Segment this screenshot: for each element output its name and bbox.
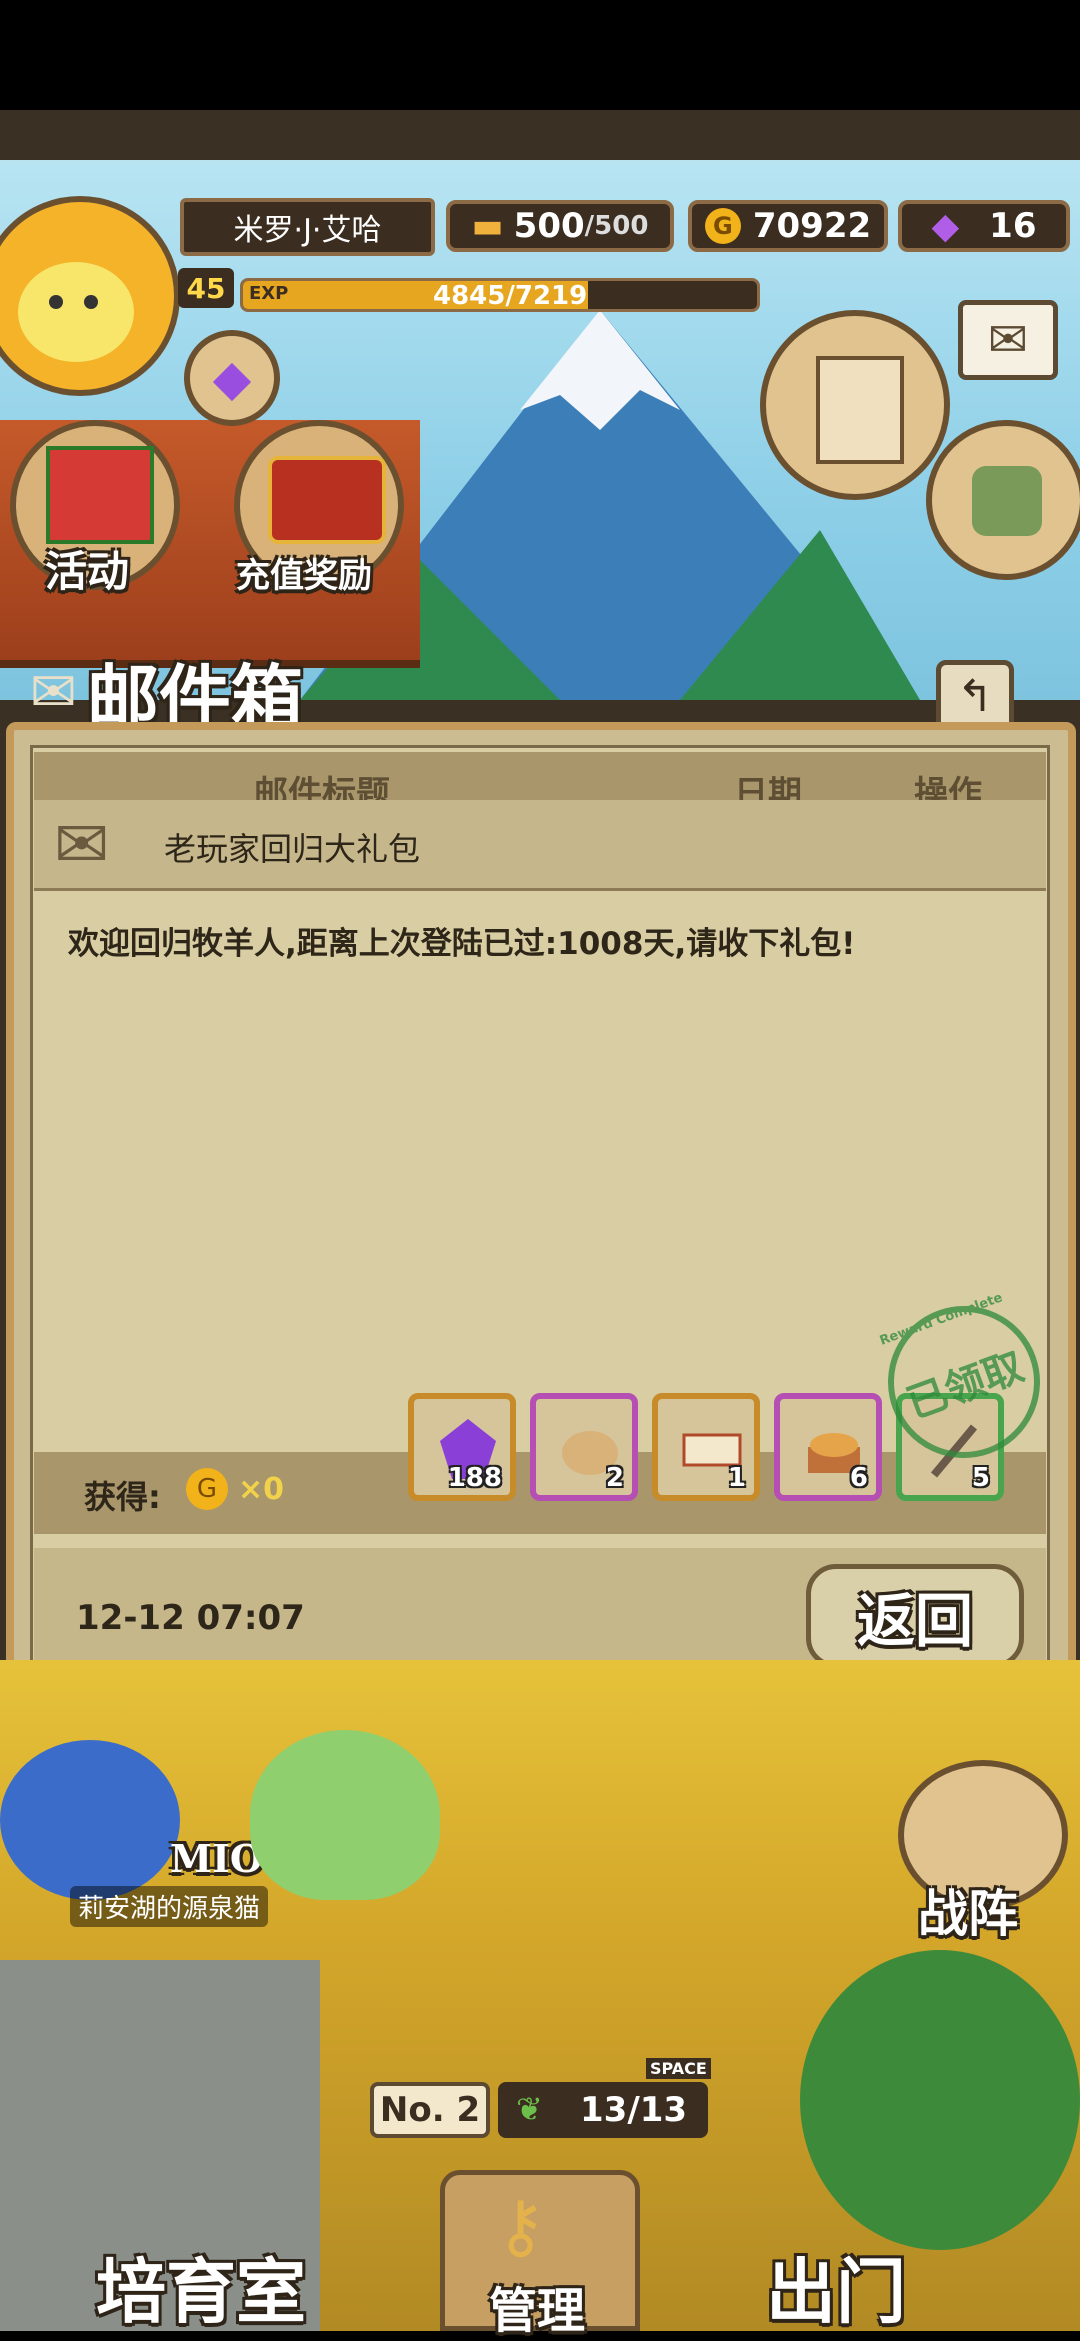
gold-coin-icon: G (186, 1468, 228, 1510)
item-count: 6 (849, 1463, 868, 1493)
mail-list-item[interactable]: ✉ 老玩家回归大礼包 (34, 800, 1046, 891)
status-bar (0, 0, 1080, 110)
mail-subject: 老玩家回归大礼包 (164, 830, 421, 868)
gold-amount: ×0 (238, 1472, 285, 1507)
green-monster-sprite[interactable] (250, 1730, 440, 1900)
bread-icon: ▬ (471, 206, 504, 246)
gem-value: 16 (989, 206, 1037, 246)
item-count: 188 (447, 1463, 502, 1493)
envelope-icon: ✉ (30, 660, 77, 725)
obtain-label: 获得: (84, 1478, 161, 1516)
gold-coin-icon: G (704, 208, 741, 244)
pet-portrait[interactable] (0, 1740, 180, 1900)
player-avatar[interactable] (0, 196, 180, 396)
leaf-icon: ❦ (516, 2090, 543, 2128)
quest-scroll-button[interactable] (760, 310, 950, 500)
exp-text: 4845/7219 (433, 281, 588, 311)
scroll-icon (816, 356, 904, 464)
reward-item-food-bundle[interactable]: 2 (530, 1393, 638, 1501)
player-name: 米罗·J·艾哈 (180, 198, 435, 256)
reward-item-gem[interactable]: 188 (408, 1393, 516, 1501)
activity-label: 活动 (45, 547, 130, 596)
item-count: 5 (971, 1463, 990, 1493)
pasture-number: No. 2 (370, 2082, 490, 2138)
exp-bar: EXP 4845/7219 (240, 278, 760, 312)
gift-box-icon (46, 446, 154, 544)
go-out-button[interactable]: 出门 (766, 2236, 906, 2337)
gold-counter: G 70922 (688, 200, 888, 252)
manage-button[interactable]: ⚷ 管理 (440, 2170, 640, 2339)
space-value: 13/13 (580, 2090, 688, 2130)
formation-label: 战阵 (918, 1884, 1018, 1943)
backpack-icon (972, 466, 1042, 536)
key-icon: ⚷ (495, 2185, 547, 2267)
mail-message: 欢迎回归牧羊人,距离上次登陆已过:1008天,请收下礼包! (68, 926, 856, 962)
space-counter: ❦ 13/13 SPACE (498, 2058, 711, 2138)
envelope-icon: ✉ (54, 806, 110, 883)
mail-icon[interactable]: ✉ (958, 300, 1058, 380)
mail-date: 12-12 07:07 (76, 1598, 305, 1638)
treasure-chest-icon (268, 456, 386, 544)
chick-icon (18, 262, 134, 362)
player-level: 45 (178, 268, 234, 308)
add-gem-button[interactable]: ◆ (184, 330, 280, 426)
stamp-text: 已领取 (901, 1343, 1030, 1428)
back-button[interactable]: 返回 (806, 1564, 1024, 1668)
stamina-value: 500 (513, 206, 585, 246)
recharge-label: 充值奖励 (236, 556, 372, 596)
pet-title: 莉安湖的源泉猫 (70, 1886, 269, 1927)
item-count: 1 (727, 1463, 746, 1493)
tree-decor (800, 1950, 1080, 2250)
reward-item-bread-basket[interactable]: 6 (774, 1393, 882, 1501)
space-label: SPACE (646, 2058, 711, 2079)
pet-name: MIO (170, 1836, 263, 1881)
exp-label: EXP (249, 283, 289, 304)
reward-item-ticket[interactable]: 1 (652, 1393, 760, 1501)
stamina-counter: ▬ 500/500 (446, 200, 674, 252)
gold-value: 70922 (752, 206, 872, 246)
item-count: 2 (605, 1463, 624, 1493)
gem-icon: ◆ (931, 205, 960, 247)
gem-counter: ◆ 16 (898, 200, 1070, 252)
backpack-button[interactable] (926, 420, 1080, 580)
stamina-max: /500 (584, 211, 649, 241)
nursery-button[interactable]: 培育室 (96, 2236, 306, 2337)
